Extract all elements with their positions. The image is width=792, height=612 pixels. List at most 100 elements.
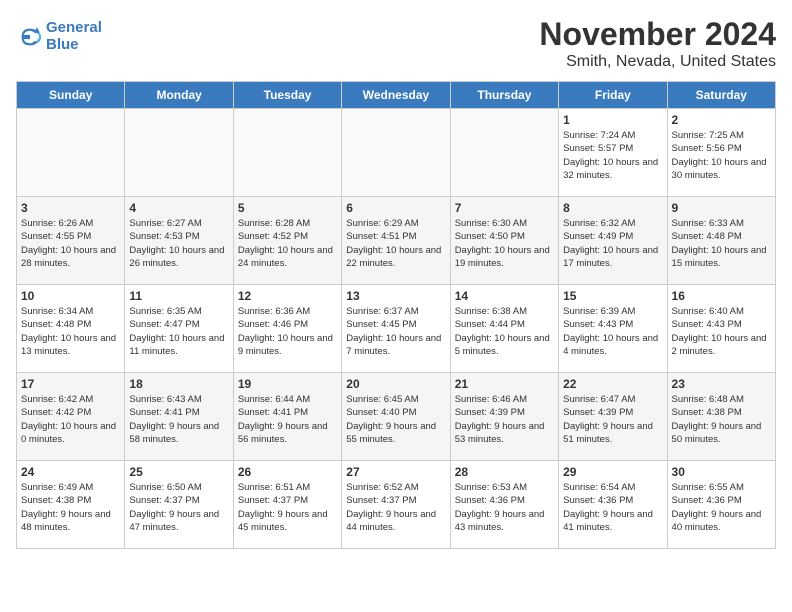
page-title: November 2024 <box>539 16 776 53</box>
page-subtitle: Smith, Nevada, United States <box>539 53 776 71</box>
column-header-monday: Monday <box>125 82 233 109</box>
day-info: Sunrise: 6:35 AM Sunset: 4:47 PM Dayligh… <box>129 305 228 358</box>
calendar-table: SundayMondayTuesdayWednesdayThursdayFrid… <box>16 81 776 549</box>
day-number: 28 <box>455 465 554 479</box>
day-number: 12 <box>238 289 337 303</box>
calendar-cell: 29 Sunrise: 6:54 AM Sunset: 4:36 PM Dayli… <box>559 461 667 549</box>
day-number: 9 <box>672 201 771 215</box>
day-number: 20 <box>346 377 445 391</box>
day-info: Sunrise: 6:26 AM Sunset: 4:55 PM Dayligh… <box>21 217 120 270</box>
day-info: Sunrise: 7:25 AM Sunset: 5:56 PM Dayligh… <box>672 129 771 182</box>
day-number: 14 <box>455 289 554 303</box>
day-info: Sunrise: 6:43 AM Sunset: 4:41 PM Dayligh… <box>129 393 228 446</box>
calendar-cell <box>125 109 233 197</box>
week-row: 1 Sunrise: 7:24 AM Sunset: 5:57 PM Daylig… <box>17 109 776 197</box>
day-number: 24 <box>21 465 120 479</box>
calendar-cell: 21Sunrise: 6:46 AM Sunset: 4:39 PM Dayli… <box>450 373 558 461</box>
calendar-cell: 25 Sunrise: 6:50 AM Sunset: 4:37 PM Dayli… <box>125 461 233 549</box>
calendar-cell: 8Sunrise: 6:32 AM Sunset: 4:49 PM Daylig… <box>559 197 667 285</box>
calendar-cell: 13 Sunrise: 6:37 AM Sunset: 4:45 PM Dayli… <box>342 285 450 373</box>
calendar-cell: 12 Sunrise: 6:36 AM Sunset: 4:46 PM Dayli… <box>233 285 341 373</box>
column-header-thursday: Thursday <box>450 82 558 109</box>
day-number: 10 <box>21 289 120 303</box>
day-number: 2 <box>672 113 771 127</box>
page-header: General Blue November 2024 Smith, Nevada… <box>16 16 776 71</box>
day-number: 5 <box>238 201 337 215</box>
column-header-sunday: Sunday <box>17 82 125 109</box>
day-info: Sunrise: 6:39 AM Sunset: 4:43 PM Dayligh… <box>563 305 662 358</box>
calendar-cell: 3 Sunrise: 6:26 AM Sunset: 4:55 PM Daylig… <box>17 197 125 285</box>
week-row: 17 Sunrise: 6:42 AM Sunset: 4:42 PM Dayli… <box>17 373 776 461</box>
day-number: 1 <box>563 113 662 127</box>
calendar-cell: 15Sunrise: 6:39 AM Sunset: 4:43 PM Dayli… <box>559 285 667 373</box>
calendar-cell: 5Sunrise: 6:28 AM Sunset: 4:52 PM Daylig… <box>233 197 341 285</box>
column-header-wednesday: Wednesday <box>342 82 450 109</box>
day-info: Sunrise: 6:52 AM Sunset: 4:37 PM Dayligh… <box>346 481 445 534</box>
calendar-cell: 22 Sunrise: 6:47 AM Sunset: 4:39 PM Dayli… <box>559 373 667 461</box>
day-info: Sunrise: 6:30 AM Sunset: 4:50 PM Dayligh… <box>455 217 554 270</box>
day-info: Sunrise: 6:32 AM Sunset: 4:49 PM Dayligh… <box>563 217 662 270</box>
day-info: Sunrise: 6:45 AM Sunset: 4:40 PM Dayligh… <box>346 393 445 446</box>
day-info: Sunrise: 6:49 AM Sunset: 4:38 PM Dayligh… <box>21 481 120 534</box>
calendar-cell: 4Sunrise: 6:27 AM Sunset: 4:53 PM Daylig… <box>125 197 233 285</box>
calendar-cell: 30 Sunrise: 6:55 AM Sunset: 4:36 PM Dayli… <box>667 461 775 549</box>
week-row: 3 Sunrise: 6:26 AM Sunset: 4:55 PM Daylig… <box>17 197 776 285</box>
week-row: 24 Sunrise: 6:49 AM Sunset: 4:38 PM Dayli… <box>17 461 776 549</box>
calendar-cell: 1 Sunrise: 7:24 AM Sunset: 5:57 PM Daylig… <box>559 109 667 197</box>
day-number: 13 <box>346 289 445 303</box>
day-info: Sunrise: 6:53 AM Sunset: 4:36 PM Dayligh… <box>455 481 554 534</box>
day-info: Sunrise: 6:36 AM Sunset: 4:46 PM Dayligh… <box>238 305 337 358</box>
day-number: 27 <box>346 465 445 479</box>
day-number: 16 <box>672 289 771 303</box>
calendar-cell: 24 Sunrise: 6:49 AM Sunset: 4:38 PM Dayli… <box>17 461 125 549</box>
day-info: Sunrise: 6:50 AM Sunset: 4:37 PM Dayligh… <box>129 481 228 534</box>
day-number: 30 <box>672 465 771 479</box>
day-info: Sunrise: 6:34 AM Sunset: 4:48 PM Dayligh… <box>21 305 120 358</box>
day-number: 29 <box>563 465 662 479</box>
day-info: Sunrise: 6:47 AM Sunset: 4:39 PM Dayligh… <box>563 393 662 446</box>
calendar-cell <box>342 109 450 197</box>
calendar-cell: 19Sunrise: 6:44 AM Sunset: 4:41 PM Dayli… <box>233 373 341 461</box>
day-info: Sunrise: 6:51 AM Sunset: 4:37 PM Dayligh… <box>238 481 337 534</box>
day-number: 19 <box>238 377 337 391</box>
day-number: 22 <box>563 377 662 391</box>
column-header-tuesday: Tuesday <box>233 82 341 109</box>
column-header-saturday: Saturday <box>667 82 775 109</box>
calendar-cell: 9 Sunrise: 6:33 AM Sunset: 4:48 PM Daylig… <box>667 197 775 285</box>
calendar-cell: 23Sunrise: 6:48 AM Sunset: 4:38 PM Dayli… <box>667 373 775 461</box>
day-info: Sunrise: 7:24 AM Sunset: 5:57 PM Dayligh… <box>563 129 662 182</box>
calendar-cell: 16 Sunrise: 6:40 AM Sunset: 4:43 PM Dayli… <box>667 285 775 373</box>
title-section: November 2024 Smith, Nevada, United Stat… <box>539 16 776 71</box>
day-info: Sunrise: 6:40 AM Sunset: 4:43 PM Dayligh… <box>672 305 771 358</box>
day-number: 3 <box>21 201 120 215</box>
day-info: Sunrise: 6:46 AM Sunset: 4:39 PM Dayligh… <box>455 393 554 446</box>
day-number: 25 <box>129 465 228 479</box>
day-number: 18 <box>129 377 228 391</box>
day-info: Sunrise: 6:55 AM Sunset: 4:36 PM Dayligh… <box>672 481 771 534</box>
day-number: 11 <box>129 289 228 303</box>
logo-text: General Blue <box>46 20 102 53</box>
day-number: 6 <box>346 201 445 215</box>
calendar-cell: 10 Sunrise: 6:34 AM Sunset: 4:48 PM Dayli… <box>17 285 125 373</box>
header-row: SundayMondayTuesdayWednesdayThursdayFrid… <box>17 82 776 109</box>
calendar-cell <box>17 109 125 197</box>
week-row: 10 Sunrise: 6:34 AM Sunset: 4:48 PM Dayli… <box>17 285 776 373</box>
day-info: Sunrise: 6:29 AM Sunset: 4:51 PM Dayligh… <box>346 217 445 270</box>
calendar-cell: 6 Sunrise: 6:29 AM Sunset: 4:51 PM Daylig… <box>342 197 450 285</box>
calendar-cell: 7 Sunrise: 6:30 AM Sunset: 4:50 PM Daylig… <box>450 197 558 285</box>
calendar-cell: 28 Sunrise: 6:53 AM Sunset: 4:36 PM Dayli… <box>450 461 558 549</box>
day-info: Sunrise: 6:33 AM Sunset: 4:48 PM Dayligh… <box>672 217 771 270</box>
calendar-cell <box>450 109 558 197</box>
day-number: 7 <box>455 201 554 215</box>
calendar-cell: 26Sunrise: 6:51 AM Sunset: 4:37 PM Dayli… <box>233 461 341 549</box>
column-header-friday: Friday <box>559 82 667 109</box>
day-info: Sunrise: 6:48 AM Sunset: 4:38 PM Dayligh… <box>672 393 771 446</box>
day-info: Sunrise: 6:37 AM Sunset: 4:45 PM Dayligh… <box>346 305 445 358</box>
calendar-cell: 18 Sunrise: 6:43 AM Sunset: 4:41 PM Dayli… <box>125 373 233 461</box>
day-info: Sunrise: 6:42 AM Sunset: 4:42 PM Dayligh… <box>21 393 120 446</box>
day-info: Sunrise: 6:54 AM Sunset: 4:36 PM Dayligh… <box>563 481 662 534</box>
calendar-cell: 11 Sunrise: 6:35 AM Sunset: 4:47 PM Dayli… <box>125 285 233 373</box>
calendar-cell: 20 Sunrise: 6:45 AM Sunset: 4:40 PM Dayli… <box>342 373 450 461</box>
day-number: 17 <box>21 377 120 391</box>
calendar-cell <box>233 109 341 197</box>
